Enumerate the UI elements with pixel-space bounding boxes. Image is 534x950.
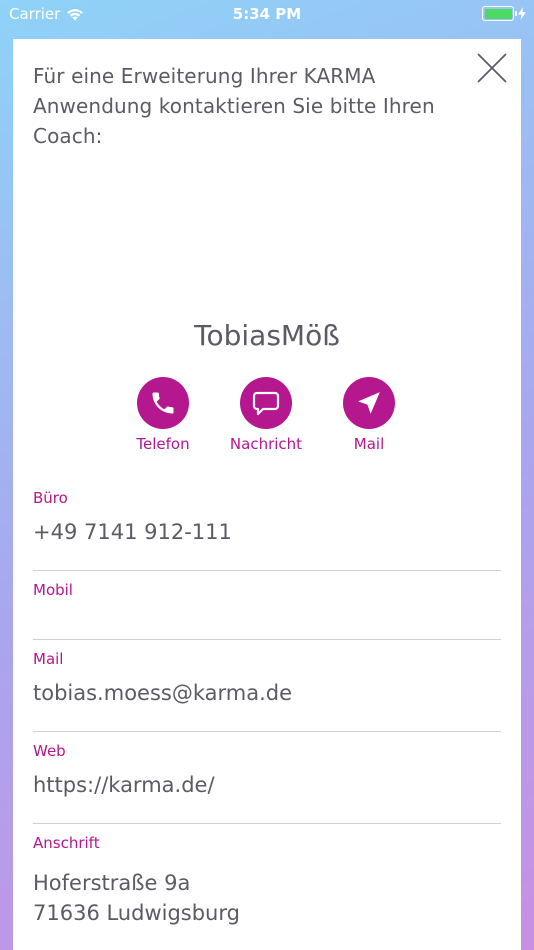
contact-actions: Telefon Nachricht Mail [113,377,423,457]
field-address-label: Anschrift [33,834,100,852]
coach-contact-sheet: Für eine Erweiterung Ihrer KARMA Anwendu… [13,39,521,950]
call-button-circle[interactable] [137,377,189,429]
field-web-label: Web [33,742,66,760]
call-label: Telefon [136,435,190,453]
send-icon [358,392,380,414]
chat-bubble-icon [252,391,280,416]
field-address-line2[interactable]: 71636 Ludwigsburg [33,898,501,928]
coach-name: TobiasMöß [194,319,340,352]
status-right [482,6,526,21]
field-office-label: Büro [33,489,68,507]
field-web: Web https://karma.de/ [33,732,501,824]
close-icon [477,53,507,83]
mail-button-circle[interactable] [343,377,395,429]
status-time: 5:34 PM [232,5,302,23]
field-mail-value[interactable]: tobias.moess@karma.de [33,678,501,708]
close-button[interactable] [475,51,509,85]
field-address-line1[interactable]: Hoferstraße 9a [33,868,501,898]
field-mail: Mail tobias.moess@karma.de [33,640,501,732]
mail-label: Mail [353,435,385,453]
call-button[interactable]: Telefon [118,377,208,453]
field-office: Büro +49 7141 912-111 [33,479,501,571]
field-mail-label: Mail [33,650,64,668]
mail-button[interactable]: Mail [324,377,414,453]
phone-icon [152,392,174,414]
message-button[interactable]: Nachricht [221,377,311,453]
field-office-value[interactable]: +49 7141 912-111 [33,517,501,547]
field-mobile: Mobil [33,571,501,640]
message-label: Nachricht [229,435,303,453]
charging-bolt-icon [518,7,526,20]
contact-fields: Büro +49 7141 912-111 Mobil Mail tobias.… [33,479,501,944]
field-address: Anschrift Hoferstraße 9a 71636 Ludwigsbu… [33,824,501,944]
field-mobile-label: Mobil [33,581,73,599]
field-web-value[interactable]: https://karma.de/ [33,770,501,800]
intro-text: Für eine Erweiterung Ihrer KARMA Anwendu… [33,64,435,148]
battery-icon [482,6,517,21]
status-bar: Carrier 5:34 PM [0,0,534,30]
message-button-circle[interactable] [240,377,292,429]
